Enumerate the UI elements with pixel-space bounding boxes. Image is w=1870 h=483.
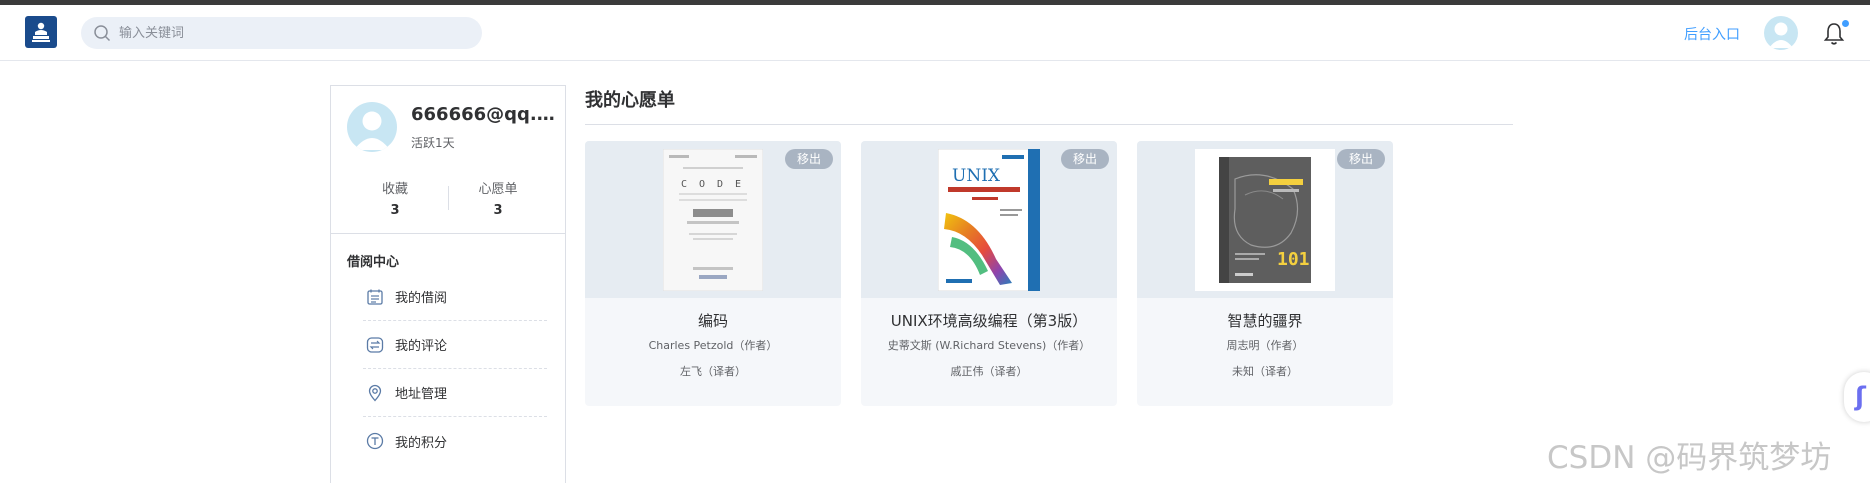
book-title[interactable]: 智慧的疆界 <box>1137 310 1393 331</box>
book-author: Charles Petzold（作者） <box>648 339 778 352</box>
svg-text:101: 101 <box>1277 249 1310 270</box>
notification-dot <box>1842 20 1849 27</box>
location-icon <box>365 383 385 403</box>
sidebar-item-address[interactable]: 地址管理 <box>363 369 547 417</box>
sidebar-item-my-borrows[interactable]: 我的借阅 <box>363 273 547 321</box>
book-cover-image[interactable]: 101 <box>1195 149 1335 291</box>
sidebar-item-label: 我的积分 <box>395 435 448 451</box>
search-box[interactable] <box>81 17 482 49</box>
book-cover-image[interactable]: UNIX <box>938 149 1040 291</box>
sidebar-menu: 我的借阅 我的评论 地址管理 我的积分 <box>363 273 547 465</box>
search-input[interactable] <box>119 25 459 41</box>
user-sidebar: 666666@qq.c... 活跃1天 收藏 3 心愿单 3 借阅中心 我的借阅… <box>330 85 566 483</box>
user-avatar[interactable] <box>1764 16 1798 50</box>
book-title[interactable]: UNIX环境高级编程（第3版） <box>861 310 1117 331</box>
stat-count: 3 <box>390 203 400 218</box>
profile-card: 666666@qq.c... 活跃1天 收藏 3 心愿单 3 <box>331 86 565 234</box>
book-author: 周志明（作者） <box>1226 339 1304 352</box>
stat-wishlist[interactable]: 心愿单 3 <box>458 178 538 218</box>
book-translator: 戚正伟（译者） <box>950 365 1028 378</box>
sidebar-item-label: 我的评论 <box>395 339 448 354</box>
admin-entry-link[interactable]: 后台入口 <box>1684 24 1740 44</box>
stat-favorites[interactable]: 收藏 3 <box>355 178 435 218</box>
sidebar-item-my-comments[interactable]: 我的评论 <box>363 321 547 369</box>
sidebar-item-label: 地址管理 <box>395 387 448 402</box>
book-cover-area: UNIX 移出 <box>861 141 1117 298</box>
profile-username: 666666@qq.c... <box>411 104 561 125</box>
svg-text:D: D <box>717 179 723 190</box>
stat-divider <box>448 186 449 210</box>
book-cover-frame: 101 <box>1195 149 1335 291</box>
book-cover-area: C O D E 移出 <box>585 141 841 298</box>
book-author: 史蒂文斯 (W.Richard Stevens)（作者） <box>887 339 1091 352</box>
book-card[interactable]: C O D E 移出 编码 Charles Petzold（作者） 左飞（译者） <box>585 141 841 406</box>
comment-icon <box>365 335 385 355</box>
list-icon <box>365 287 385 307</box>
stat-label: 心愿单 <box>478 182 518 197</box>
borrow-center-title: 借阅中心 <box>347 255 400 270</box>
wishlist-title: 我的心愿单 <box>585 90 675 111</box>
assistant-icon: ʃ <box>1855 382 1866 412</box>
remove-button[interactable]: 移出 <box>785 149 833 169</box>
sidebar-item-my-points[interactable]: 我的积分 <box>363 417 547 465</box>
book-title[interactable]: 编码 <box>585 310 841 331</box>
remove-button[interactable]: 移出 <box>1337 149 1385 169</box>
book-cover-image[interactable]: C O D E <box>663 149 763 291</box>
book-translator: 未知（译者） <box>1232 365 1298 378</box>
book-card[interactable]: UNIX 移出 UNIX环境高级编程（第3版） 史蒂文斯 (W.Richard … <box>861 141 1117 406</box>
points-icon <box>365 431 385 451</box>
svg-text:O: O <box>699 179 705 190</box>
stat-label: 收藏 <box>381 182 408 197</box>
wishlist-divider <box>585 124 1513 125</box>
profile-avatar[interactable] <box>347 102 397 152</box>
remove-button[interactable]: 移出 <box>1061 149 1109 169</box>
header: 后台入口 <box>0 5 1870 61</box>
svg-text:UNIX: UNIX <box>952 166 1001 186</box>
svg-text:C: C <box>681 179 687 190</box>
stat-count: 3 <box>493 203 503 218</box>
watermark: CSDN @码界筑梦坊 <box>1547 440 1832 476</box>
book-card[interactable]: 101 移出 智慧的疆界 周志明（作者） 未知（译者） <box>1137 141 1393 406</box>
profile-active-days: 活跃1天 <box>411 136 455 150</box>
sidebar-item-label: 我的借阅 <box>395 291 448 306</box>
svg-text:E: E <box>735 179 741 190</box>
book-translator: 左飞（译者） <box>680 365 746 378</box>
floating-assistant-button[interactable]: ʃ <box>1844 372 1870 422</box>
search-icon <box>94 25 111 42</box>
book-cover-area: 101 移出 <box>1137 141 1393 298</box>
library-logo-icon[interactable] <box>25 16 57 48</box>
